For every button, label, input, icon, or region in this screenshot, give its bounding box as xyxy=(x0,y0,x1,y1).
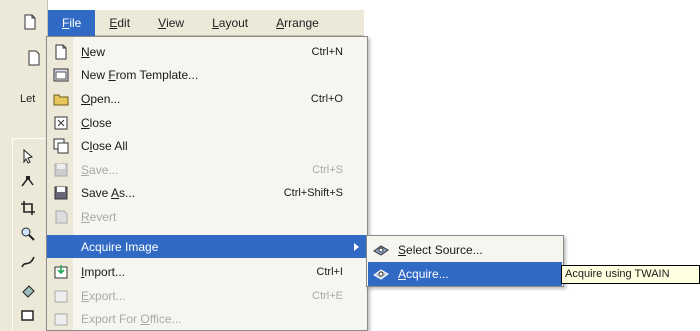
scanner-acquire-icon xyxy=(372,265,390,283)
menu-item-acquire-image[interactable]: Acquire Image xyxy=(47,235,367,258)
shape-tool-icon[interactable] xyxy=(18,172,38,192)
menu-item-close-all[interactable]: Close All xyxy=(47,134,367,157)
menu-item-save-as[interactable]: Save As... Ctrl+Shift+S xyxy=(47,181,367,204)
shortcut: Ctrl+E xyxy=(312,289,343,302)
export-office-icon xyxy=(52,310,69,327)
menu-item-import[interactable]: Import... Ctrl+I xyxy=(47,260,367,283)
export-icon xyxy=(52,287,69,304)
open-folder-icon xyxy=(52,90,69,107)
new-document-icon xyxy=(52,43,69,60)
freehand-tool-icon[interactable] xyxy=(18,252,38,272)
menu-file[interactable]: File xyxy=(48,9,96,36)
menu-item-export-for-office[interactable]: Export For Office... xyxy=(47,307,367,330)
menu-item-new-from-template[interactable]: New From Template... xyxy=(47,63,367,86)
shortcut: Ctrl+Shift+S xyxy=(283,186,343,199)
menu-item-new[interactable]: New Ctrl+N xyxy=(47,40,367,63)
menu-item-revert[interactable]: Revert xyxy=(47,205,367,228)
menu-layout[interactable]: Layout xyxy=(198,10,262,36)
shortcut: Ctrl+I xyxy=(316,265,343,278)
save-as-icon xyxy=(52,184,69,201)
shortcut: Ctrl+S xyxy=(312,163,343,176)
smart-fill-tool-icon[interactable] xyxy=(18,280,38,300)
scanner-icon xyxy=(372,241,390,259)
new-from-template-icon xyxy=(52,66,69,83)
file-menu-dropdown: New Ctrl+N New From Template... Open... … xyxy=(46,36,368,331)
menu-item-export[interactable]: Export... Ctrl+E xyxy=(47,284,367,307)
zoom-tool-icon[interactable] xyxy=(18,224,38,244)
toolbar-partial-text: Let xyxy=(20,93,36,105)
shortcut: Ctrl+N xyxy=(311,45,343,58)
acquire-image-submenu: Select Source... Acquire... xyxy=(366,235,564,287)
menu-item-save[interactable]: Save... Ctrl+S xyxy=(47,158,367,181)
submenu-item-select-source[interactable]: Select Source... xyxy=(368,238,562,262)
submenu-item-acquire[interactable]: Acquire... xyxy=(368,262,562,286)
tooltip: Acquire using TWAIN xyxy=(561,265,700,284)
close-document-icon xyxy=(52,114,69,131)
rectangle-tool-icon[interactable] xyxy=(18,306,38,326)
menu-view[interactable]: View xyxy=(144,10,198,36)
import-icon xyxy=(52,263,69,280)
submenu-arrow-icon xyxy=(354,242,359,251)
shortcut: Ctrl+O xyxy=(310,92,343,105)
new-document-icon[interactable] xyxy=(20,12,40,32)
revert-icon xyxy=(52,208,69,225)
menu-item-close[interactable]: Close xyxy=(47,111,367,134)
new-document-icon[interactable] xyxy=(24,48,44,68)
save-icon xyxy=(52,161,69,178)
menu-edit[interactable]: Edit xyxy=(95,10,144,36)
pick-tool-icon[interactable] xyxy=(18,146,38,166)
crop-tool-icon[interactable] xyxy=(18,198,38,218)
menu-bar: File Edit View Layout Arrange xyxy=(48,9,364,36)
menu-item-open[interactable]: Open... Ctrl+O xyxy=(47,87,367,110)
menu-arrange[interactable]: Arrange xyxy=(262,10,333,36)
close-all-icon xyxy=(52,137,69,154)
